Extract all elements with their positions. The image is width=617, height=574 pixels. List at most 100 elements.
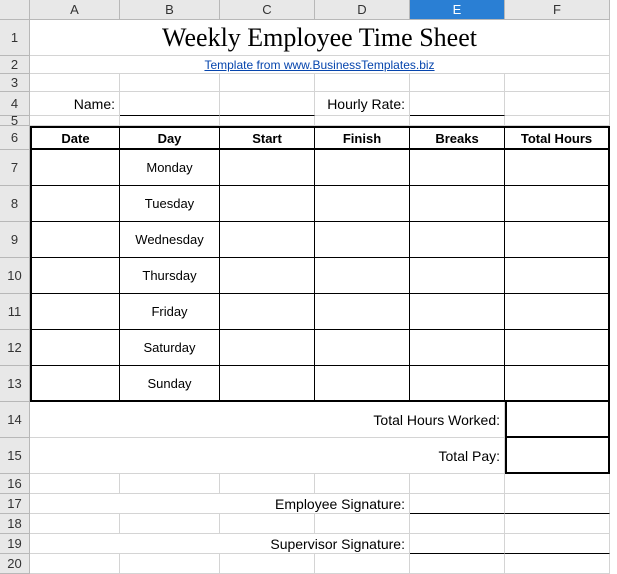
date-wed[interactable] — [30, 222, 120, 258]
total-wed[interactable] — [505, 222, 610, 258]
day-fri[interactable]: Friday — [120, 294, 220, 330]
total-pay-value[interactable] — [505, 438, 610, 474]
date-mon[interactable] — [30, 150, 120, 186]
th-date[interactable]: Date — [30, 126, 120, 150]
cell-A20[interactable] — [30, 554, 120, 574]
cell-C20[interactable] — [220, 554, 315, 574]
total-sat[interactable] — [505, 330, 610, 366]
cell-A16[interactable] — [30, 474, 120, 494]
row-header-14[interactable]: 14 — [0, 402, 30, 438]
row-header-1[interactable]: 1 — [0, 20, 30, 56]
breaks-sun[interactable] — [410, 366, 505, 402]
th-breaks[interactable]: Breaks — [410, 126, 505, 150]
title-cell[interactable]: Weekly Employee Time Sheet — [30, 20, 610, 56]
row-header-13[interactable]: 13 — [0, 366, 30, 402]
row-header-16[interactable]: 16 — [0, 474, 30, 494]
col-header-A[interactable]: A — [30, 0, 120, 20]
cell-C3[interactable] — [220, 74, 315, 92]
supervisor-signature-label[interactable]: Supervisor Signature: — [30, 534, 410, 554]
start-mon[interactable] — [220, 150, 315, 186]
breaks-fri[interactable] — [410, 294, 505, 330]
date-thu[interactable] — [30, 258, 120, 294]
total-pay-label[interactable]: Total Pay: — [30, 438, 505, 474]
row-header-18[interactable]: 18 — [0, 514, 30, 534]
finish-sun[interactable] — [315, 366, 410, 402]
cell-E16[interactable] — [410, 474, 505, 494]
cell-A3[interactable] — [30, 74, 120, 92]
start-sat[interactable] — [220, 330, 315, 366]
cell-B16[interactable] — [120, 474, 220, 494]
th-total-hours[interactable]: Total Hours — [505, 126, 610, 150]
total-thu[interactable] — [505, 258, 610, 294]
cell-F20[interactable] — [505, 554, 610, 574]
breaks-wed[interactable] — [410, 222, 505, 258]
row-header-8[interactable]: 8 — [0, 186, 30, 222]
name-label[interactable]: Name: — [30, 92, 120, 116]
template-link[interactable]: Template from www.BusinessTemplates.biz — [30, 56, 610, 74]
col-header-C[interactable]: C — [220, 0, 315, 20]
col-header-D[interactable]: D — [315, 0, 410, 20]
cell-C18[interactable] — [220, 514, 315, 534]
select-all-corner[interactable] — [0, 0, 30, 20]
row-header-7[interactable]: 7 — [0, 150, 30, 186]
cell-C16[interactable] — [220, 474, 315, 494]
cell-A18[interactable] — [30, 514, 120, 534]
col-header-F[interactable]: F — [505, 0, 610, 20]
name-input-1[interactable] — [120, 92, 220, 116]
day-thu[interactable]: Thursday — [120, 258, 220, 294]
cell-E18[interactable] — [410, 514, 505, 534]
cell-B3[interactable] — [120, 74, 220, 92]
col-header-B[interactable]: B — [120, 0, 220, 20]
row-header-2[interactable]: 2 — [0, 56, 30, 74]
cell-E3[interactable] — [410, 74, 505, 92]
start-thu[interactable] — [220, 258, 315, 294]
hourly-rate-label[interactable]: Hourly Rate: — [315, 92, 410, 116]
cell-C5[interactable] — [220, 116, 315, 126]
cell-F18[interactable] — [505, 514, 610, 534]
cell-B20[interactable] — [120, 554, 220, 574]
cell-E20[interactable] — [410, 554, 505, 574]
cell-B18[interactable] — [120, 514, 220, 534]
row-header-10[interactable]: 10 — [0, 258, 30, 294]
supervisor-signature-field-2[interactable] — [505, 534, 610, 554]
cell-D5[interactable] — [315, 116, 410, 126]
day-wed[interactable]: Wednesday — [120, 222, 220, 258]
cell-F3[interactable] — [505, 74, 610, 92]
date-sat[interactable] — [30, 330, 120, 366]
start-wed[interactable] — [220, 222, 315, 258]
total-hours-worked-value[interactable] — [505, 402, 610, 438]
total-mon[interactable] — [505, 150, 610, 186]
cell-D3[interactable] — [315, 74, 410, 92]
cell-A5[interactable] — [30, 116, 120, 126]
row-header-17[interactable]: 17 — [0, 494, 30, 514]
row-header-19[interactable]: 19 — [0, 534, 30, 554]
cell-E5[interactable] — [410, 116, 505, 126]
breaks-thu[interactable] — [410, 258, 505, 294]
row-header-12[interactable]: 12 — [0, 330, 30, 366]
cell-D16[interactable] — [315, 474, 410, 494]
finish-thu[interactable] — [315, 258, 410, 294]
row-header-6[interactable]: 6 — [0, 126, 30, 150]
row-header-3[interactable]: 3 — [0, 74, 30, 92]
day-sun[interactable]: Sunday — [120, 366, 220, 402]
th-start[interactable]: Start — [220, 126, 315, 150]
row-header-11[interactable]: 11 — [0, 294, 30, 330]
total-hours-worked-label[interactable]: Total Hours Worked: — [30, 402, 505, 438]
row-header-20[interactable]: 20 — [0, 554, 30, 574]
employee-signature-field-1[interactable] — [410, 494, 505, 514]
date-tue[interactable] — [30, 186, 120, 222]
th-finish[interactable]: Finish — [315, 126, 410, 150]
total-sun[interactable] — [505, 366, 610, 402]
row-header-5[interactable]: 5 — [0, 116, 30, 126]
finish-tue[interactable] — [315, 186, 410, 222]
breaks-tue[interactable] — [410, 186, 505, 222]
finish-sat[interactable] — [315, 330, 410, 366]
breaks-mon[interactable] — [410, 150, 505, 186]
cell-F16[interactable] — [505, 474, 610, 494]
supervisor-signature-field-1[interactable] — [410, 534, 505, 554]
day-tue[interactable]: Tuesday — [120, 186, 220, 222]
cell-B5[interactable] — [120, 116, 220, 126]
total-tue[interactable] — [505, 186, 610, 222]
start-fri[interactable] — [220, 294, 315, 330]
finish-wed[interactable] — [315, 222, 410, 258]
